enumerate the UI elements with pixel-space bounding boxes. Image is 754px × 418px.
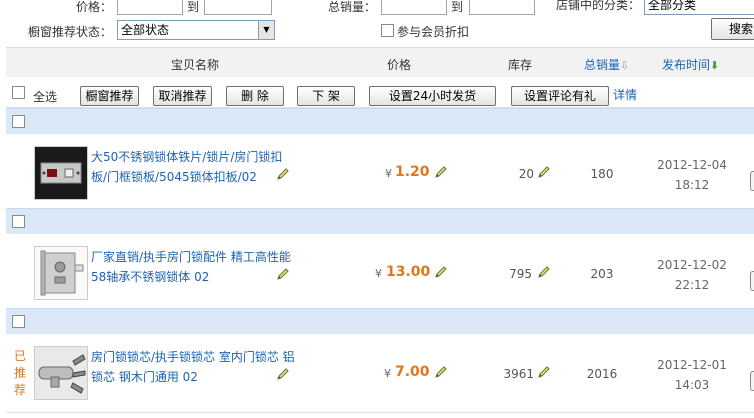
sales-to-label: 到 xyxy=(451,0,464,14)
table-header: 宝贝名称 价格 库存 总销量⇩ 发布时间⬇ xyxy=(6,47,754,77)
item-date: 2012-12-01 xyxy=(657,358,727,372)
product-title-line1[interactable]: 房门锁锁芯/执手锁锁芯 室内门锁芯 铝 xyxy=(91,347,301,367)
item-time: 22:12 xyxy=(674,278,710,292)
item-price: 1.20 xyxy=(395,164,430,180)
lock-cylinder-image xyxy=(35,347,87,399)
column-name: 宝贝名称 xyxy=(171,58,220,72)
recommended-status-line2: 推荐 xyxy=(13,366,26,397)
column-published-sort[interactable]: 发布时间⬇ xyxy=(662,56,719,73)
price-max-input[interactable] xyxy=(204,0,272,15)
window-status-label: 橱窗推荐状态： xyxy=(28,25,113,39)
product-thumbnail[interactable] xyxy=(34,346,88,400)
edit-title-pencil-icon[interactable] xyxy=(276,267,290,281)
product-title-line2[interactable]: 板/门框锁板/5045锁体扣板/02 xyxy=(91,167,291,187)
sort-arrow-active-icon: ⬇ xyxy=(710,59,720,72)
select-all-checkbox[interactable] xyxy=(12,86,25,99)
edit-stock-pencil-icon[interactable] xyxy=(537,165,551,179)
price-label: 价格： xyxy=(76,0,113,14)
item-time: 14:03 xyxy=(674,378,710,392)
item-stock: 20 xyxy=(518,167,534,181)
edit-price-pencil-icon[interactable] xyxy=(434,365,448,379)
item-price: 7.00 xyxy=(395,364,430,380)
search-button[interactable]: 搜索 xyxy=(711,18,754,40)
item-publish-time: 2012-12-04 18:12 xyxy=(652,155,732,195)
row-select-bar xyxy=(6,108,754,134)
currency-symbol: ¥ xyxy=(384,367,391,380)
details-link[interactable]: 详情 xyxy=(613,85,637,105)
product-thumbnail[interactable] xyxy=(34,146,88,200)
lock-plate-image xyxy=(35,147,87,199)
item-date: 2012-12-02 xyxy=(657,258,727,272)
edit-price-pencil-icon[interactable] xyxy=(434,265,448,279)
row-checkbox[interactable] xyxy=(12,215,25,228)
lock-body-image xyxy=(35,247,87,299)
category-select[interactable]: 全部分类 xyxy=(644,0,754,15)
item-publish-time: 2012-12-01 14:03 xyxy=(652,355,732,395)
product-title[interactable]: 房门锁锁芯/执手锁锁芯 室内门锁芯 铝 锁芯 钢木门通用 02 xyxy=(91,347,301,387)
row-divider xyxy=(6,412,754,413)
row-select-bar xyxy=(6,208,754,234)
chevron-down-icon: ▼ xyxy=(258,21,274,39)
column-price: 价格 xyxy=(387,58,412,72)
edit-title-pencil-icon[interactable] xyxy=(276,367,290,381)
column-sales: 总销量 xyxy=(584,58,621,72)
edit-stock-pencil-icon[interactable] xyxy=(537,365,551,379)
product-title-line2[interactable]: 58轴承不锈钢锁体 02 xyxy=(91,267,301,287)
delist-button[interactable]: 下 架 xyxy=(297,86,355,106)
category-select-value: 全部分类 xyxy=(648,0,697,12)
edit-title-pencil-icon[interactable] xyxy=(276,167,290,181)
product-title[interactable]: 厂家直销/执手房门锁配件 精工高性能 58轴承不锈钢锁体 02 xyxy=(91,247,301,287)
product-title-line1[interactable]: 大50不锈钢锁体铁片/锁片/房门锁扣 xyxy=(91,147,291,167)
sales-min-input[interactable] xyxy=(381,0,447,15)
select-all-label: 全选 xyxy=(33,90,58,104)
product-title-line2[interactable]: 锁芯 钢木门通用 02 xyxy=(91,367,301,387)
delete-button[interactable]: 删 除 xyxy=(226,86,284,106)
item-stock: 795 xyxy=(509,267,532,281)
window-status-select[interactable]: 全部状态 ▼ xyxy=(117,20,275,40)
row-action-button[interactable] xyxy=(750,271,754,291)
currency-symbol: ¥ xyxy=(385,167,392,180)
cancel-recommend-button[interactable]: 取消推荐 xyxy=(153,86,212,106)
row-action-button[interactable] xyxy=(750,171,754,191)
price-min-input[interactable] xyxy=(117,0,183,15)
column-stock: 库存 xyxy=(508,58,533,72)
currency-symbol: ¥ xyxy=(375,267,382,280)
row-checkbox[interactable] xyxy=(12,115,25,128)
product-thumbnail[interactable] xyxy=(34,246,88,300)
member-discount-label: 参与会员折扣 xyxy=(397,25,470,39)
recommended-status: 已 推荐 xyxy=(12,348,28,399)
item-price: 13.00 xyxy=(386,264,431,280)
item-publish-time: 2012-12-02 22:12 xyxy=(652,255,732,295)
category-label: 店铺中的分类： xyxy=(556,0,641,12)
set-review-gift-button[interactable]: 设置评论有礼 xyxy=(511,86,609,106)
row-action-button[interactable] xyxy=(750,371,754,391)
item-sales: 203 xyxy=(590,267,614,281)
set-24h-shipping-button[interactable]: 设置24小时发货 xyxy=(369,86,496,106)
row-checkbox[interactable] xyxy=(12,315,25,328)
member-discount-checkbox[interactable] xyxy=(381,24,394,37)
edit-stock-pencil-icon[interactable] xyxy=(537,265,551,279)
product-title[interactable]: 大50不锈钢锁体铁片/锁片/房门锁扣 板/门框锁板/5045锁体扣板/02 xyxy=(91,147,291,187)
row-select-bar xyxy=(6,308,754,334)
product-title-line1[interactable]: 厂家直销/执手房门锁配件 精工高性能 xyxy=(91,247,301,267)
item-sales: 2016 xyxy=(586,367,618,381)
item-sales: 180 xyxy=(590,167,614,181)
price-to-label: 到 xyxy=(187,0,200,14)
recommended-status-line1: 已 xyxy=(13,349,26,363)
sales-max-input[interactable] xyxy=(469,0,535,15)
window-recommend-button[interactable]: 橱窗推荐 xyxy=(80,86,139,106)
edit-price-pencil-icon[interactable] xyxy=(434,165,448,179)
item-stock: 3961 xyxy=(503,367,534,381)
sort-arrow-icon: ⇩ xyxy=(620,59,630,72)
sales-label: 总销量： xyxy=(328,0,377,14)
column-published: 发布时间 xyxy=(662,58,711,72)
window-status-value: 全部状态 xyxy=(121,23,170,37)
item-date: 2012-12-04 xyxy=(657,158,727,172)
column-sales-sort[interactable]: 总销量⇩ xyxy=(584,56,629,73)
item-time: 18:12 xyxy=(674,178,710,192)
